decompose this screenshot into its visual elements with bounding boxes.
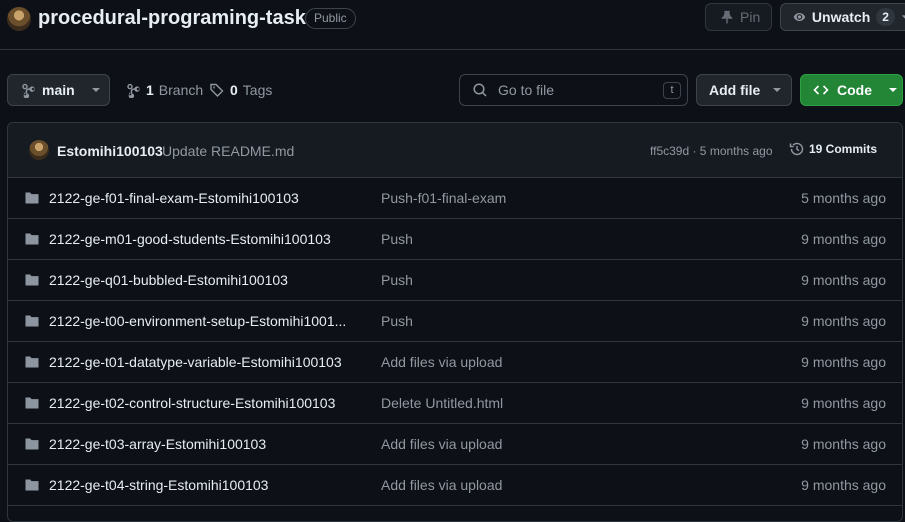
- pin-label: Pin: [740, 9, 761, 25]
- file-name[interactable]: 2122-ge-t01-datatype-variable-Estomihi10…: [49, 354, 354, 370]
- add-file-button[interactable]: Add file: [696, 74, 792, 106]
- file-row[interactable]: 2122-ge-t03-array-Estomihi100103 Add file…: [8, 424, 902, 465]
- folder-icon: [25, 397, 39, 409]
- visibility-badge: Public: [305, 8, 356, 29]
- file-row[interactable]: 2122-ge-t04-string-Estomihi100103 Add fil…: [8, 465, 902, 506]
- file-date: 9 months ago: [801, 272, 886, 288]
- tags-label: Tags: [242, 82, 273, 98]
- folder-icon: [25, 479, 39, 491]
- file-row[interactable]: 2122-ge-t00-environment-setup-Estomihi10…: [8, 301, 902, 342]
- file-commit-message[interactable]: Push: [381, 231, 413, 247]
- branch-name: main: [42, 82, 75, 98]
- file-name[interactable]: 2122-ge-q01-bubbled-Estomihi100103: [49, 272, 354, 288]
- code-button[interactable]: Code: [800, 74, 903, 106]
- file-name[interactable]: 2122-ge-t03-array-Estomihi100103: [49, 436, 354, 452]
- file-name[interactable]: 2122-ge-t00-environment-setup-Estomihi10…: [49, 313, 354, 329]
- tag-icon: [210, 83, 224, 97]
- file-table: Estomihi100103 Update README.md ff5c39d …: [7, 122, 903, 522]
- history-icon: [789, 142, 804, 156]
- search-icon: [473, 83, 487, 97]
- branches-count: 1: [146, 82, 154, 98]
- latest-commit-bar: Estomihi100103 Update README.md ff5c39d …: [8, 123, 902, 178]
- folder-icon: [25, 192, 39, 204]
- folder-icon: [25, 356, 39, 368]
- file-date: 5 months ago: [801, 190, 886, 206]
- file-date: 9 months ago: [801, 477, 886, 493]
- repo-title[interactable]: procedural-programing-task: [38, 7, 306, 30]
- file-date: 9 months ago: [801, 313, 886, 329]
- file-name[interactable]: 2122-ge-f01-final-exam-Estomihi100103: [49, 190, 354, 206]
- file-date: 9 months ago: [801, 354, 886, 370]
- folder-icon: [25, 233, 39, 245]
- unwatch-button[interactable]: Unwatch 2: [780, 3, 905, 31]
- folder-icon: [25, 315, 39, 327]
- add-file-label: Add file: [709, 82, 761, 98]
- file-commit-message[interactable]: Push: [381, 272, 413, 288]
- chevron-down-icon: [901, 15, 905, 19]
- file-commit-message[interactable]: Add files via upload: [381, 436, 502, 452]
- eye-icon: [793, 12, 806, 22]
- search-shortcut-key: t: [663, 82, 681, 99]
- file-name[interactable]: 2122-ge-m01-good-students-Estomihi100103: [49, 231, 354, 247]
- watch-count: 2: [876, 8, 895, 26]
- go-to-file-search[interactable]: t: [459, 74, 688, 106]
- owner-avatar[interactable]: [7, 7, 31, 31]
- pin-button[interactable]: Pin: [705, 3, 772, 31]
- branch-select[interactable]: main: [7, 74, 110, 106]
- file-date: 9 months ago: [801, 395, 886, 411]
- file-commit-message[interactable]: Add files via upload: [381, 354, 502, 370]
- folder-icon: [25, 274, 39, 286]
- file-commit-message[interactable]: Delete Untitled.html: [381, 395, 503, 411]
- unwatch-label: Unwatch: [811, 9, 871, 25]
- commit-author[interactable]: Estomihi100103: [57, 143, 163, 159]
- search-input[interactable]: [498, 82, 658, 98]
- chevron-down-icon: [91, 88, 100, 92]
- chevron-down-icon: [889, 88, 897, 92]
- code-icon: [813, 85, 829, 95]
- branches-link[interactable]: 1 Branch: [125, 82, 203, 98]
- chevron-down-icon: [773, 88, 782, 92]
- file-date: 9 months ago: [801, 231, 886, 247]
- file-row[interactable]: 2122-ge-t02-control-structure-Estomihi10…: [8, 383, 902, 424]
- commits-link[interactable]: 19 Commits: [789, 141, 877, 157]
- commit-meta[interactable]: ff5c39d · 5 months ago: [650, 144, 773, 158]
- file-row[interactable]: 2122-ge-q01-bubbled-Estomihi100103 Push 9 …: [8, 260, 902, 301]
- repo-header: procedural-programing-task Public Pin Un…: [0, 0, 905, 50]
- code-label: Code: [837, 82, 872, 98]
- file-name[interactable]: 2122-ge-t02-control-structure-Estomihi10…: [49, 395, 354, 411]
- pin-icon: [721, 10, 733, 24]
- file-commit-message[interactable]: Push: [381, 313, 413, 329]
- commit-message[interactable]: Update README.md: [162, 143, 294, 159]
- file-row[interactable]: 2122-ge-f01-final-exam-Estomihi100103 Pus…: [8, 178, 902, 219]
- file-row[interactable]: 2122-ge-t01-datatype-variable-Estomihi10…: [8, 342, 902, 383]
- file-name[interactable]: 2122-ge-t04-string-Estomihi100103: [49, 477, 354, 493]
- file-commit-message[interactable]: Add files via upload: [381, 477, 502, 493]
- branch-icon: [127, 83, 140, 98]
- folder-icon: [25, 438, 39, 450]
- author-avatar[interactable]: [29, 140, 49, 160]
- branches-label: Branch: [158, 82, 204, 98]
- file-commit-message[interactable]: Push-f01-final-exam: [381, 190, 506, 206]
- tags-link[interactable]: 0 Tags: [209, 82, 272, 98]
- tags-count: 0: [230, 82, 238, 98]
- branch-icon: [22, 83, 35, 98]
- file-date: 9 months ago: [801, 436, 886, 452]
- commits-label: 19 Commits: [809, 142, 878, 156]
- file-row[interactable]: 2122-ge-m01-good-students-Estomihi100103…: [8, 219, 902, 260]
